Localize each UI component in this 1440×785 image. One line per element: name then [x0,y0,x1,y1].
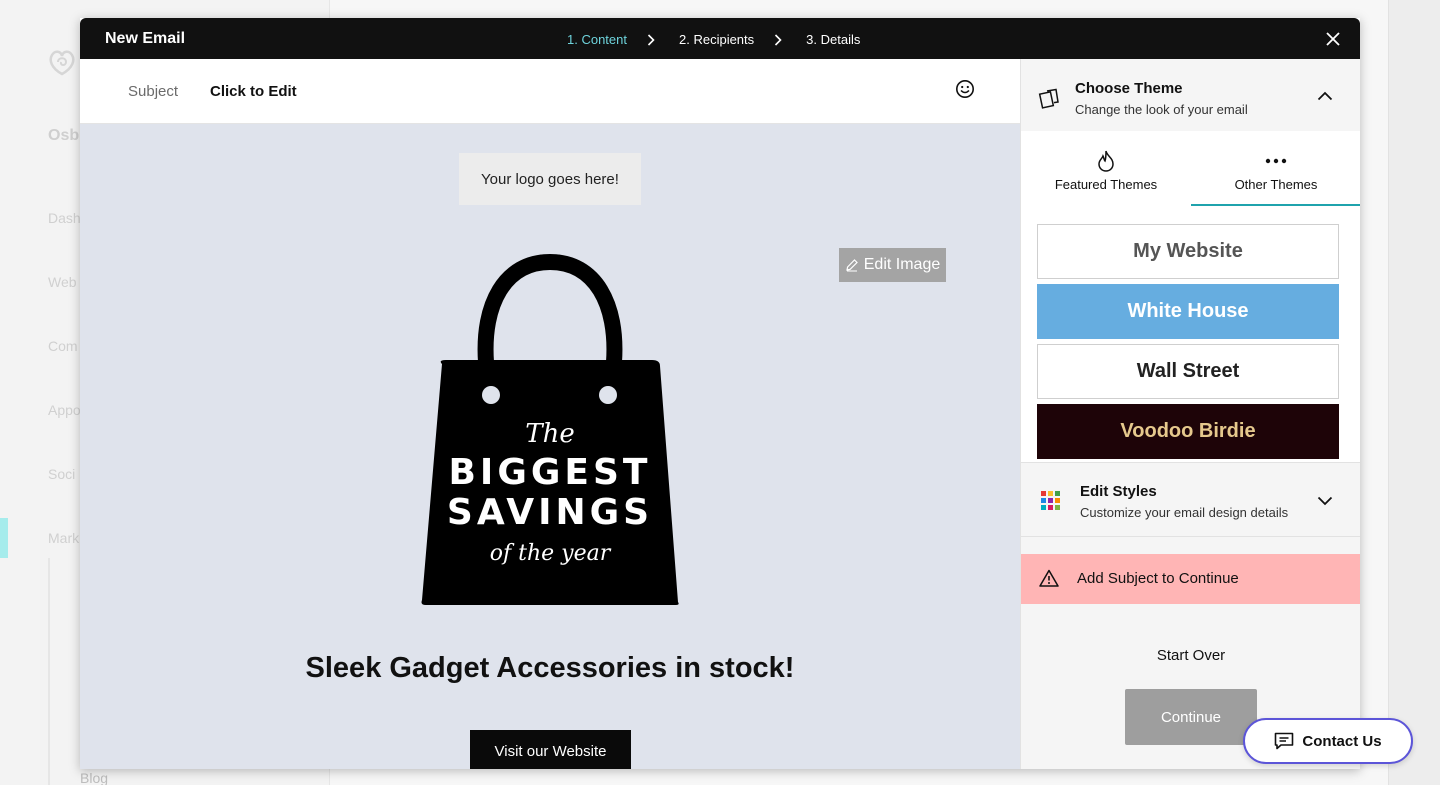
step-breadcrumb: 1. Content 2. Recipients 3. Details [567,32,860,47]
nav-active-indicator [0,518,8,558]
visit-website-button[interactable]: Visit our Website [470,730,631,769]
nav-item-dashboard[interactable]: Dash [48,210,81,226]
contact-us-label: Contact Us [1302,732,1382,750]
nav-item-social[interactable]: Soci [48,466,75,482]
step-recipients[interactable]: 2. Recipients [679,32,754,47]
edit-styles-title: Edit Styles [1080,483,1157,500]
nav-item-appointments[interactable]: Appo [48,402,81,418]
email-headline[interactable]: Sleek Gadget Accessories in stock! [80,652,1020,685]
theme-wall-street[interactable]: Wall Street [1037,344,1339,399]
more-dots-icon [1265,149,1287,173]
start-over-button[interactable]: Start Over [1021,647,1360,664]
nav-item-blog[interactable]: Blog [80,770,108,785]
bag-text-savings: SAVINGS [447,492,653,533]
pencil-icon [845,259,858,272]
modal-title: New Email [105,30,186,47]
chevron-up-icon[interactable] [1317,91,1333,101]
theme-white-house[interactable]: White House [1037,284,1339,339]
flame-icon [1095,149,1117,173]
bag-text-year: of the year [490,541,612,566]
theme-cards-icon [1038,88,1059,109]
design-panel: Choose Theme Change the look of your ema… [1020,59,1360,769]
theme-my-website[interactable]: My Website [1037,224,1339,279]
tab-featured-themes[interactable]: Featured Themes [1021,131,1191,206]
org-title: Osb [48,127,80,144]
nav-subtree-line [48,558,50,785]
chat-icon [1275,732,1294,750]
contact-us-button[interactable]: Contact Us [1243,718,1413,764]
color-palette-icon [1041,491,1060,510]
chevron-right-icon [647,33,655,46]
shopping-bag-image[interactable]: The BIGGEST SAVINGS of the year [420,254,680,614]
choose-theme-subtitle: Change the look of your email [1075,102,1248,117]
nav-item-commerce[interactable]: Com [48,338,78,354]
warning-icon [1039,569,1059,587]
bag-text-biggest: BIGGEST [448,452,651,493]
subject-input[interactable]: Click to Edit [210,83,297,100]
nav-item-marketing[interactable]: Mark [48,530,79,546]
edit-image-button[interactable]: Edit Image [839,248,946,282]
logo-placeholder[interactable]: Your logo goes here! [459,153,641,205]
tab-featured-label: Featured Themes [1054,177,1158,192]
smiley-icon[interactable] [955,79,975,99]
theme-list: My Website White House Wall Street Voodo… [1021,206,1360,463]
close-icon[interactable] [1325,31,1341,47]
theme-voodoo-birdie[interactable]: Voodoo Birdie [1037,404,1339,459]
subject-row: Subject Click to Edit [80,59,1020,124]
brand-logo-icon [49,50,75,76]
subject-warning-banner: Add Subject to Continue [1021,554,1360,604]
background-right-rail [1388,0,1440,785]
edit-styles-subtitle: Customize your email design details [1080,505,1289,520]
chevron-down-icon[interactable] [1317,496,1333,506]
modal-header: New Email 1. Content 2. Recipients 3. De… [80,18,1360,59]
step-details[interactable]: 3. Details [806,32,860,47]
nav-item-website[interactable]: Web [48,274,77,290]
chevron-right-icon [774,33,782,46]
bag-text-the: The [525,419,574,449]
theme-tabs: Featured Themes Other Themes [1021,131,1360,206]
warning-text: Add Subject to Continue [1077,570,1239,587]
tab-other-themes[interactable]: Other Themes [1191,131,1360,206]
choose-theme-title: Choose Theme [1075,80,1183,97]
tab-other-label: Other Themes [1234,177,1318,192]
continue-button[interactable]: Continue [1125,689,1257,745]
subject-label: Subject [128,83,179,100]
new-email-modal: New Email 1. Content 2. Recipients 3. De… [80,18,1360,769]
choose-theme-section[interactable]: Choose Theme Change the look of your ema… [1021,59,1360,131]
email-canvas: Your logo goes here! Edit Image The BIGG… [80,124,1020,769]
step-content[interactable]: 1. Content [567,32,627,47]
edit-image-label: Edit Image [863,256,941,273]
edit-styles-section[interactable]: Edit Styles Customize your email design … [1021,463,1360,537]
